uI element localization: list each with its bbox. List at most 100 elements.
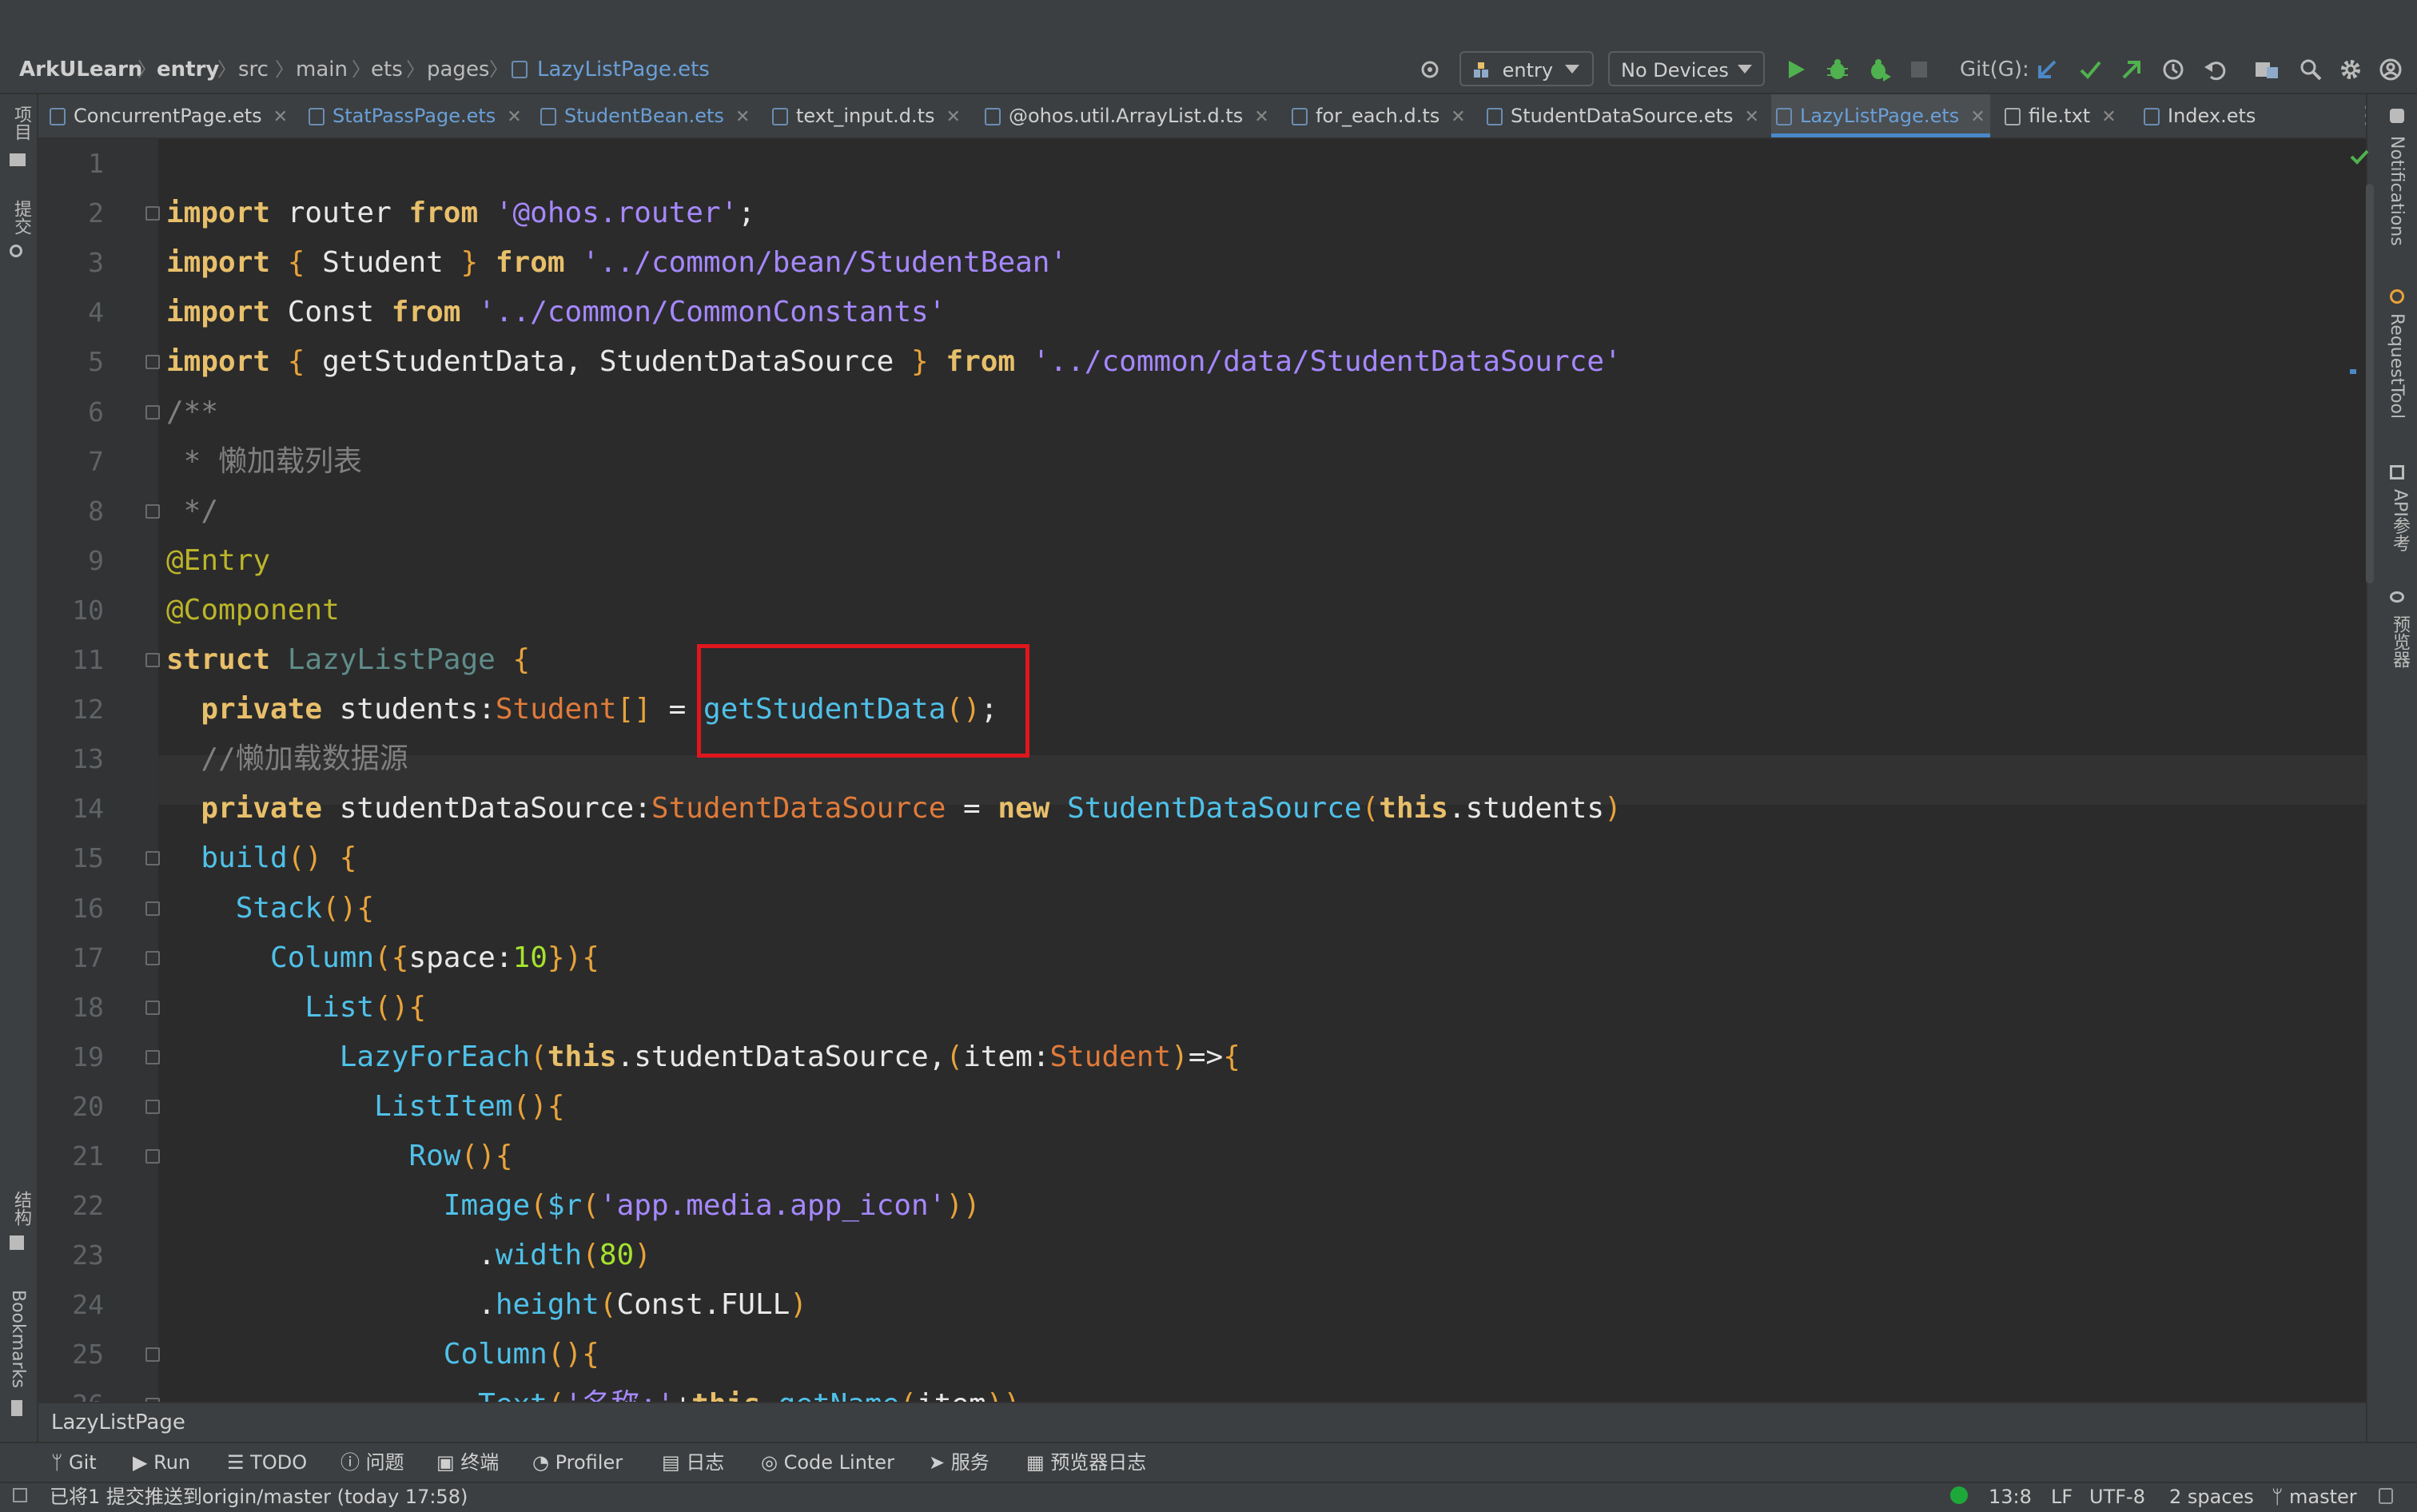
- commit-icon: [10, 245, 22, 257]
- target-icon[interactable]: [1418, 58, 1442, 82]
- current-line-highlight: [158, 755, 2366, 805]
- code-linter-tool-button[interactable]: ◎ Code Linter: [761, 1448, 894, 1477]
- breadcrumb-ets[interactable]: ets: [371, 56, 403, 83]
- tab-label: StudentDataSource.ets: [1511, 105, 1734, 127]
- git-update-icon[interactable]: [2035, 58, 2059, 82]
- tab-for-each[interactable]: for_each.d.ts ✕: [1292, 94, 1466, 137]
- tab-lazy-list-page[interactable]: LazyListPage.ets ✕: [1771, 94, 1990, 137]
- ets-file-icon: [1487, 108, 1503, 125]
- text-file-icon: [2005, 108, 2021, 125]
- request-tool-button[interactable]: RequestTool: [2387, 313, 2407, 419]
- status-indicator-icon[interactable]: [1950, 1486, 1968, 1504]
- tab-label: StatPassPage.ets: [332, 105, 496, 127]
- attach-debugger-icon[interactable]: [1867, 58, 1893, 82]
- tool-label: Git: [69, 1451, 97, 1474]
- rollback-icon[interactable]: [2203, 58, 2227, 82]
- status-message[interactable]: 已将1 提交推送到origin/master (today 17:58): [50, 1483, 468, 1510]
- file-encoding[interactable]: UTF-8: [2089, 1483, 2145, 1510]
- editor-scrollbar[interactable]: [2366, 184, 2374, 583]
- project-structure-icon[interactable]: [2254, 58, 2280, 82]
- close-icon[interactable]: ✕: [1254, 107, 1268, 127]
- close-icon[interactable]: ✕: [507, 107, 521, 127]
- breadcrumb-module[interactable]: entry: [157, 56, 219, 83]
- commit-tool-button[interactable]: 提交: [8, 200, 34, 235]
- ts-file-icon: [1292, 108, 1308, 125]
- search-icon[interactable]: [2299, 58, 2323, 82]
- ts-file-icon: [985, 108, 1001, 125]
- window-title-bar: [0, 0, 2417, 46]
- git-tool-button[interactable]: ᛘ Git: [51, 1448, 97, 1477]
- breadcrumb-main[interactable]: main: [296, 56, 348, 83]
- breadcrumb-pages[interactable]: pages: [427, 56, 489, 83]
- bookmark-icon: [11, 1400, 22, 1416]
- profiler-tool-button[interactable]: ◔ Profiler: [532, 1448, 623, 1477]
- project-tool-button[interactable]: 项目: [8, 105, 34, 141]
- tool-label: 终端: [460, 1451, 500, 1474]
- run-tool-button[interactable]: ▶ Run: [133, 1448, 190, 1477]
- close-icon[interactable]: ✕: [2101, 107, 2116, 127]
- previewer-tool-button[interactable]: 预览器: [2387, 615, 2412, 668]
- git-commit-icon[interactable]: [2078, 58, 2102, 82]
- tab-stat-pass-page[interactable]: StatPassPage.ets ✕: [309, 94, 522, 137]
- caret-position[interactable]: 13:8: [1989, 1483, 2032, 1510]
- run-icon[interactable]: [1784, 58, 1808, 82]
- line-separator[interactable]: LF: [2051, 1483, 2073, 1510]
- lock-icon[interactable]: [2379, 1488, 2393, 1504]
- problems-tool-button[interactable]: ⓘ 问题: [340, 1448, 404, 1477]
- code-breadcrumb-bar: [38, 1402, 2366, 1443]
- terminal-tool-button[interactable]: ▣ 终端: [436, 1448, 499, 1477]
- tab-index[interactable]: Index.ets: [2144, 94, 2256, 137]
- list-icon: ☰: [227, 1451, 251, 1474]
- scroll-marker: [2350, 369, 2356, 374]
- breadcrumb-separator-icon: 〉: [275, 58, 294, 81]
- debug-icon[interactable]: [1826, 58, 1850, 82]
- ts-file-icon: [772, 108, 788, 125]
- tab-label: StudentBean.ets: [564, 105, 724, 127]
- code-breadcrumb[interactable]: LazyListPage: [51, 1408, 185, 1437]
- breadcrumb-separator-icon: 〉: [137, 58, 157, 81]
- breadcrumb-file[interactable]: LazyListPage.ets: [537, 56, 710, 83]
- tab-label: ConcurrentPage.ets: [74, 105, 262, 127]
- tab-file-txt[interactable]: file.txt ✕: [2005, 94, 2116, 137]
- tab-concurrent-page[interactable]: ConcurrentPage.ets ✕: [50, 94, 288, 137]
- services-icon: ➤: [929, 1451, 951, 1474]
- previewer-log-tool-button[interactable]: ▦ 预览器日志: [1026, 1448, 1146, 1477]
- git-push-icon[interactable]: [2120, 58, 2144, 82]
- account-icon[interactable]: [2379, 58, 2403, 82]
- stop-icon[interactable]: [1909, 59, 1929, 80]
- tool-label: 日志: [686, 1451, 725, 1474]
- request-tool-icon: [2390, 289, 2404, 304]
- services-tool-button[interactable]: ➤ 服务: [929, 1448, 989, 1477]
- tab-text-input[interactable]: text_input.d.ts ✕: [772, 94, 961, 137]
- close-icon[interactable]: ✕: [1451, 107, 1465, 127]
- device-dropdown-icon: [1738, 65, 1752, 74]
- api-reference-tool-button[interactable]: API参考: [2387, 489, 2412, 552]
- breadcrumb-src[interactable]: src: [238, 56, 269, 83]
- left-tool-strip: [0, 94, 38, 1469]
- tab-student-bean[interactable]: StudentBean.ets ✕: [540, 94, 750, 137]
- breadcrumb-project[interactable]: ArkULearn: [19, 56, 142, 83]
- gear-icon[interactable]: [2339, 58, 2363, 82]
- notifications-tool-button[interactable]: Notifications: [2387, 136, 2407, 246]
- ets-file-icon: [512, 61, 528, 78]
- indent-setting[interactable]: 2 spaces: [2169, 1483, 2254, 1510]
- bookmarks-tool-button[interactable]: Bookmarks: [8, 1290, 28, 1388]
- close-icon[interactable]: ✕: [946, 107, 961, 127]
- close-icon[interactable]: ✕: [1970, 107, 1985, 127]
- close-icon[interactable]: ✕: [273, 107, 288, 127]
- git-branch[interactable]: ᛘ master: [2272, 1483, 2357, 1510]
- log-tool-button[interactable]: ▤ 日志: [662, 1448, 724, 1477]
- history-icon[interactable]: [2161, 58, 2185, 82]
- close-icon[interactable]: ✕: [735, 107, 750, 127]
- git-branch-icon: ᛘ: [51, 1451, 70, 1474]
- tab-label: LazyListPage.ets: [1800, 105, 1960, 127]
- todo-tool-button[interactable]: ☰ TODO: [227, 1448, 307, 1477]
- check-icon: [2350, 149, 2369, 165]
- tab-student-data-source[interactable]: StudentDataSource.ets ✕: [1487, 94, 1759, 137]
- tab-label: text_input.d.ts: [796, 105, 935, 127]
- log-icon: ▤: [662, 1451, 687, 1474]
- close-icon[interactable]: ✕: [1745, 107, 1759, 127]
- layout-toggle-icon[interactable]: [13, 1488, 27, 1502]
- structure-tool-button[interactable]: 结构: [8, 1191, 34, 1226]
- tab-arraylist[interactable]: @ohos.util.ArrayList.d.ts ✕: [985, 94, 1269, 137]
